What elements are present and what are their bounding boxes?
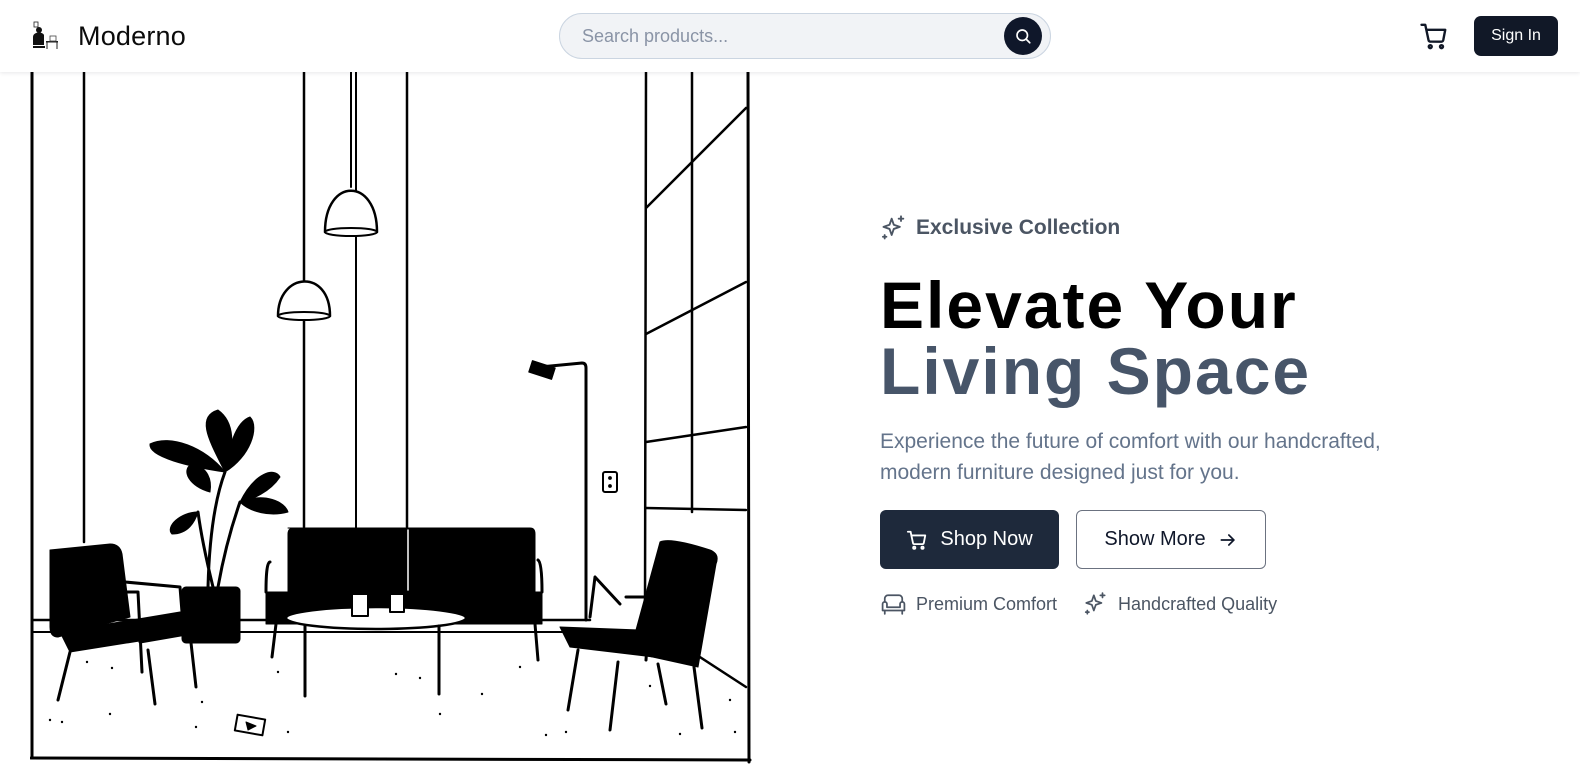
brand-home-link[interactable]: Moderno — [30, 18, 186, 54]
feature-item: Premium Comfort — [880, 592, 1057, 616]
sparkles-icon — [881, 215, 905, 240]
hero-living-room-illustration — [30, 72, 752, 764]
hero-subtitle: Experience the future of comfort with ou… — [880, 430, 1381, 484]
feature-label: Premium Comfort — [916, 593, 1058, 614]
sign-in-button[interactable]: Sign In — [1474, 16, 1558, 56]
sparkles-icon — [1084, 592, 1106, 615]
headline-line-2: Living Space — [880, 334, 1312, 408]
cart-icon — [907, 530, 927, 550]
feature-label: Handcrafted Quality — [1118, 593, 1278, 614]
eyebrow-text: Exclusive Collection — [916, 216, 1121, 239]
cart-button[interactable] — [1418, 20, 1450, 52]
search-bar — [559, 13, 1051, 59]
cart-icon — [1420, 23, 1447, 50]
eyebrow: Exclusive Collection — [880, 212, 1540, 244]
show-more-button[interactable]: Show More — [1076, 510, 1266, 569]
brand-name: Moderno — [78, 20, 186, 51]
search-icon — [1016, 29, 1031, 44]
headline-line-1: Elevate Your — [880, 268, 1298, 342]
top-navbar: Moderno Sign In — [0, 0, 1580, 72]
cta-row: Shop Now Show More — [880, 510, 1540, 569]
hero-content: Exclusive Collection Elevate Your Living… — [880, 212, 1540, 617]
feature-item: Handcrafted Quality — [1083, 591, 1277, 617]
sofa-icon — [881, 594, 906, 615]
show-more-label: Show More — [1104, 528, 1206, 550]
search-button[interactable] — [1004, 17, 1042, 55]
brand-logo-icon — [33, 21, 58, 49]
arrow-right-icon — [1220, 533, 1235, 546]
shop-now-button[interactable]: Shop Now — [880, 510, 1059, 569]
hero-headline: Elevate Your Living Space — [880, 272, 1540, 404]
shop-now-label: Shop Now — [940, 528, 1033, 550]
search-input[interactable] — [582, 14, 992, 58]
feature-list: Premium Comfort Handcrafted Quality — [880, 591, 1540, 617]
